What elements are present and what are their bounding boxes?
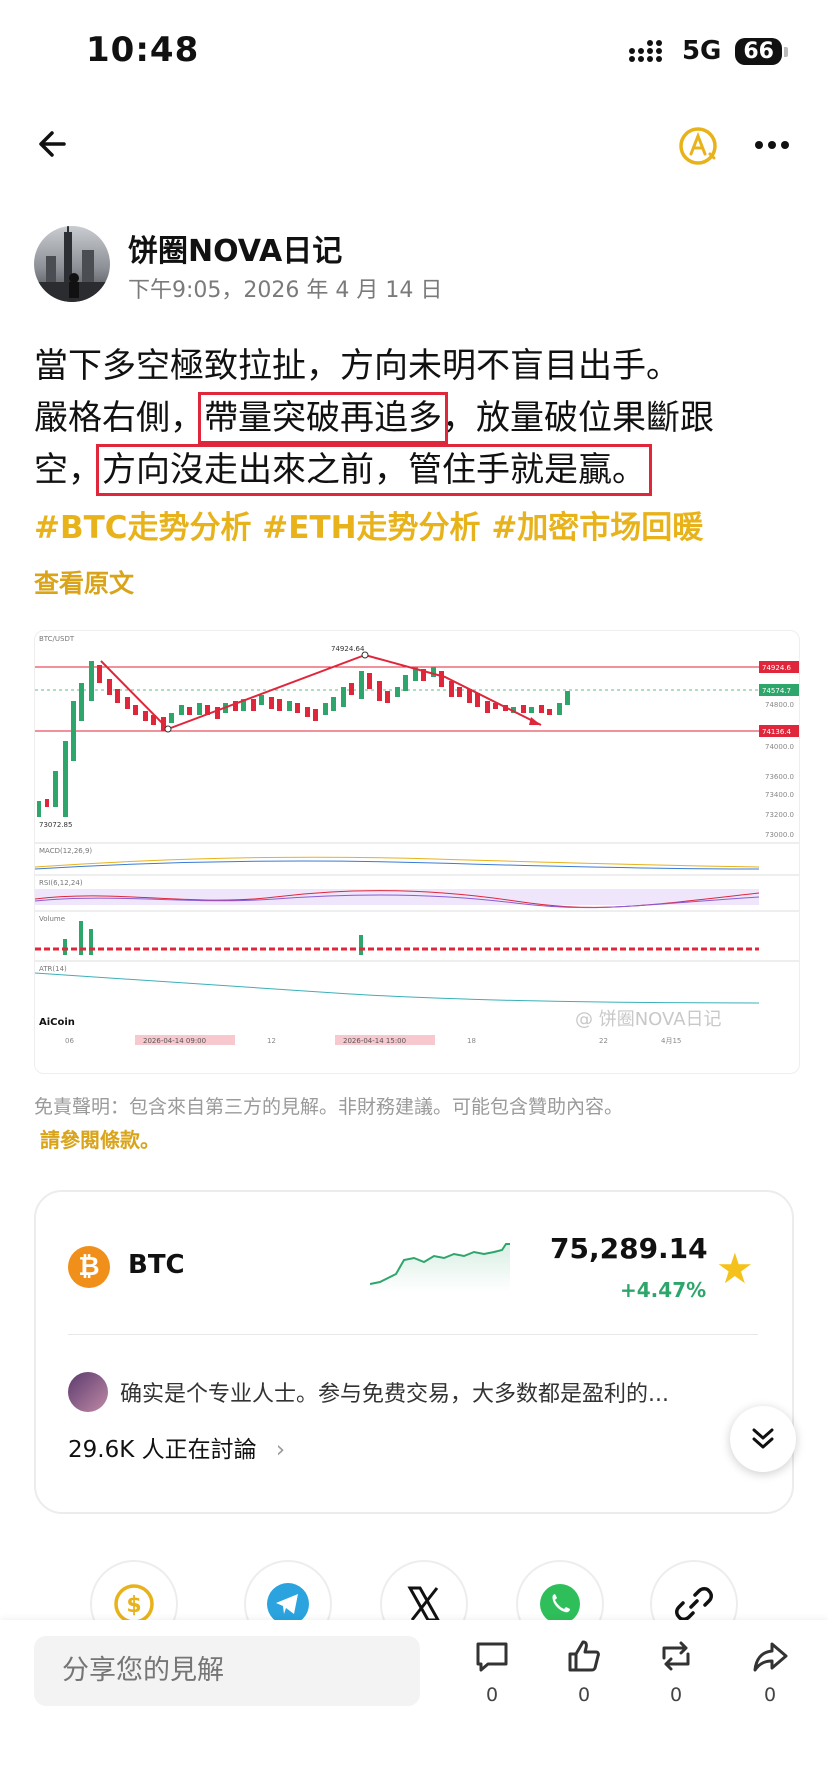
post-text-segment: ，放量破位果斷跟 — [442, 398, 714, 438]
chart-high-label: 74924.64 — [331, 645, 365, 653]
y-tick: 74000.0 — [765, 743, 794, 751]
svg-text:$: $ — [126, 1593, 141, 1618]
aicoin-logo: AiCoin — [39, 1017, 75, 1028]
y-tick: 73000.0 — [765, 831, 794, 839]
more-icon[interactable] — [754, 140, 790, 150]
like-button[interactable]: 0 — [554, 1636, 614, 1706]
translate-icon[interactable] — [676, 124, 720, 168]
repost-button[interactable]: 0 — [646, 1636, 706, 1706]
volume-label: Volume — [39, 915, 65, 923]
y-tick: 73200.0 — [765, 811, 794, 819]
post-line-1: 當下多空極致拉扯，方向未明不盲目出手。 — [34, 346, 680, 386]
thumbs-up-icon — [568, 1640, 600, 1672]
double-chevron-down-icon — [752, 1428, 774, 1449]
y-tick: 73400.0 — [765, 791, 794, 799]
comment-button[interactable]: 0 — [462, 1636, 522, 1706]
like-count: 0 — [577, 1684, 591, 1706]
discussion-count-link[interactable]: 29.6K 人正在討論 › — [68, 1430, 285, 1464]
comment-preview[interactable]: 确实是个专业人士。参与免费交易，大多数都是盈利的... — [120, 1376, 669, 1408]
y-tick: 73600.0 — [765, 773, 794, 781]
back-arrow-icon[interactable] — [34, 124, 74, 164]
signal-icon — [628, 40, 662, 62]
repost-count: 0 — [669, 1684, 683, 1706]
post-line-3: 空，方向沒走出來之前，管住手就是贏。 — [34, 444, 794, 496]
bitcoin-icon: ₿ — [68, 1246, 110, 1288]
share-count: 0 — [763, 1684, 777, 1706]
price-tag: 74924.6 — [762, 664, 791, 672]
share-arrow-icon — [753, 1642, 788, 1672]
hashtags[interactable]: #BTC走势分析 #ETH走势分析 #加密市场回暖 — [34, 502, 703, 547]
scroll-down-button[interactable] — [730, 1406, 796, 1472]
coin-change: +4.47% — [620, 1278, 707, 1302]
star-icon[interactable]: ★ — [716, 1244, 754, 1293]
x-tick: 2026-04-14 15:00 — [343, 1037, 406, 1045]
macd-label: MACD(12,26,9) — [39, 847, 92, 855]
x-tick: 4月15 — [661, 1037, 681, 1045]
post-body: 當下多空極致拉扯，方向未明不盲目出手。 嚴格右側，帶量突破再追多，放量破位果斷跟… — [34, 340, 794, 496]
price-tag: 74574.7 — [762, 687, 791, 695]
sparkline-chart — [370, 1243, 510, 1292]
x-tick: 06 — [65, 1037, 74, 1045]
x-tick: 2026-04-14 09:00 — [143, 1037, 206, 1045]
rsi-label: RSI(6,12,24) — [39, 879, 83, 887]
card-divider — [68, 1334, 758, 1335]
chart-low-label: 73072.85 — [39, 821, 72, 829]
discussion-count: 29.6K 人正在討論 — [68, 1437, 257, 1463]
coin-symbol[interactable]: BTC — [128, 1250, 185, 1280]
coin-price: 75,289.14 — [550, 1232, 708, 1265]
post-line-2: 嚴格右側，帶量突破再追多，放量破位果斷跟 — [34, 392, 794, 444]
author-name[interactable]: 饼圈NOVA日记 — [128, 226, 342, 270]
watermark: @ 饼圈NOVA日记 — [575, 1009, 722, 1030]
y-tick: 74800.0 — [765, 701, 794, 709]
chart-image[interactable]: BTC/USDT 74924.64 73072.85 74924.6 74574… — [34, 630, 800, 1074]
post-text-segment: 空， — [34, 450, 102, 490]
share-insight-input[interactable] — [34, 1636, 420, 1706]
price-tag: 74136.4 — [762, 728, 791, 736]
view-original-link[interactable]: 查看原文 — [34, 564, 134, 600]
author-avatar[interactable] — [34, 226, 110, 302]
battery-indicator: 66 — [735, 37, 788, 65]
highlight-box: 方向沒走出來之前，管住手就是贏。 — [96, 444, 652, 496]
x-tick: 22 — [599, 1037, 608, 1045]
network-label: 5G — [681, 36, 722, 66]
post-timestamp: 下午9:05，2026 年 4 月 14 日 — [128, 278, 443, 303]
terms-link[interactable]: 請參閱條款。 — [40, 1124, 160, 1153]
x-tick: 12 — [267, 1037, 276, 1045]
post-text-segment: 嚴格右側， — [34, 398, 204, 438]
comment-icon — [476, 1642, 508, 1672]
link-icon — [675, 1587, 713, 1621]
comment-avatar — [68, 1372, 108, 1412]
candles — [37, 661, 570, 817]
status-right: 5G 66 — [628, 36, 788, 66]
x-icon — [407, 1586, 441, 1622]
status-time: 10:48 — [86, 30, 200, 70]
repost-icon — [662, 1641, 690, 1671]
chevron-right-icon: › — [275, 1437, 286, 1463]
highlight-box: 帶量突破再追多 — [198, 392, 448, 444]
x-tick: 18 — [467, 1037, 476, 1045]
comment-count: 0 — [485, 1684, 499, 1706]
atr-label: ATR(14) — [39, 965, 67, 973]
chart-svg: BTC/USDT 74924.64 73072.85 74924.6 74574… — [35, 635, 799, 1045]
chart-symbol: BTC/USDT — [39, 635, 75, 643]
share-button[interactable]: 0 — [740, 1636, 800, 1706]
disclaimer: 免責聲明：包含來自第三方的見解。非財務建議。可能包含贊助內容。 — [34, 1096, 624, 1118]
